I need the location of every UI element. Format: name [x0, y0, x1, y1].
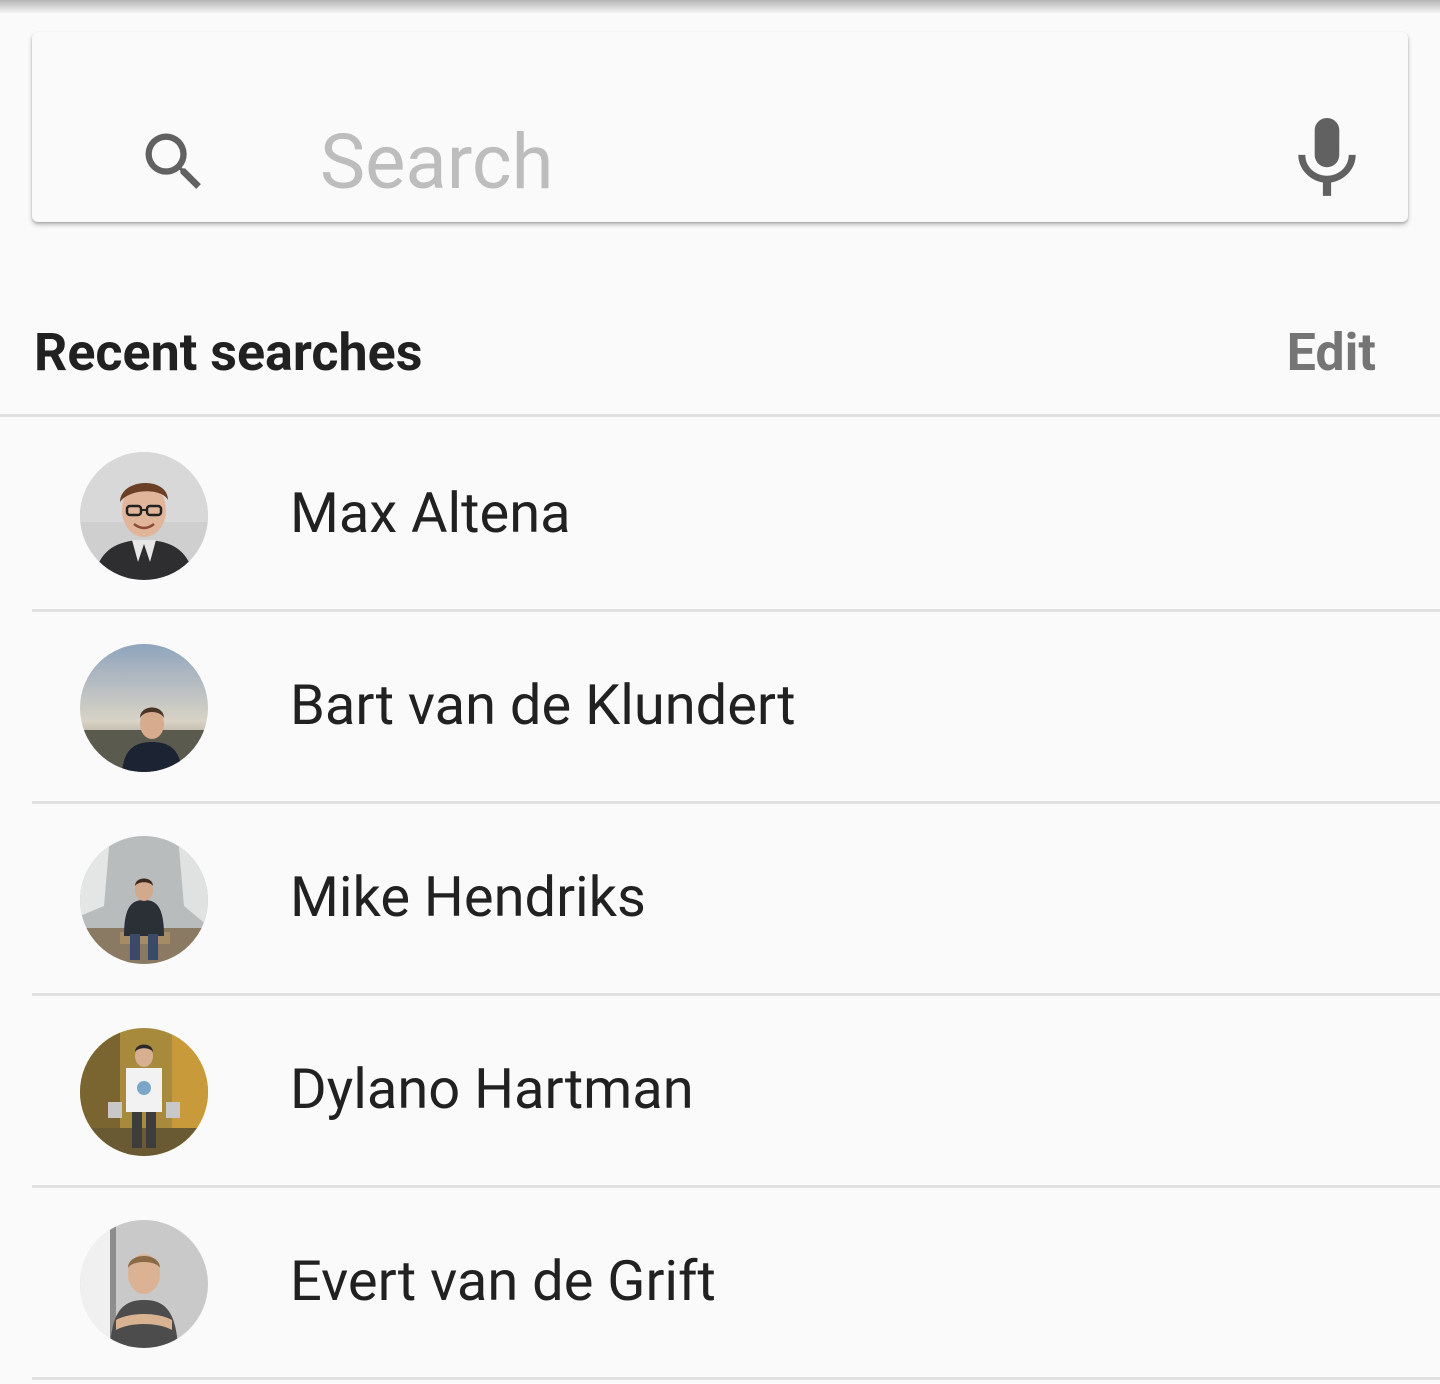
contact-name: Max Altena: [290, 480, 571, 546]
avatar: [80, 1028, 208, 1156]
search-input[interactable]: [320, 110, 1220, 214]
list-item[interactable]: Evert van de Grift: [0, 1188, 1440, 1380]
app-bar-shadow: [0, 0, 1440, 14]
contact-name: Dylano Hartman: [290, 1056, 694, 1122]
avatar: [80, 644, 208, 772]
contact-name: Evert van de Grift: [290, 1248, 716, 1314]
avatar: [80, 1220, 208, 1348]
edit-button[interactable]: Edit: [1287, 322, 1376, 383]
list-item[interactable]: Bart van de Klundert: [0, 612, 1440, 804]
contact-name: Bart van de Klundert: [290, 672, 796, 738]
recent-searches-list: Max Altena Bart van de Klundert Mike Hen…: [0, 420, 1440, 1380]
avatar: [80, 452, 208, 580]
list-item[interactable]: Max Altena: [0, 420, 1440, 612]
mic-icon[interactable]: [1294, 118, 1360, 200]
section-title: Recent searches: [34, 322, 423, 383]
divider: [0, 414, 1440, 417]
list-item[interactable]: Dylano Hartman: [0, 996, 1440, 1188]
recent-searches-header: Recent searches Edit: [0, 300, 1440, 416]
contact-name: Mike Hendriks: [290, 864, 646, 930]
list-item[interactable]: Mike Hendriks: [0, 804, 1440, 996]
divider: [32, 1377, 1440, 1380]
search-icon[interactable]: [136, 124, 212, 200]
search-bar[interactable]: [32, 32, 1408, 222]
avatar: [80, 836, 208, 964]
